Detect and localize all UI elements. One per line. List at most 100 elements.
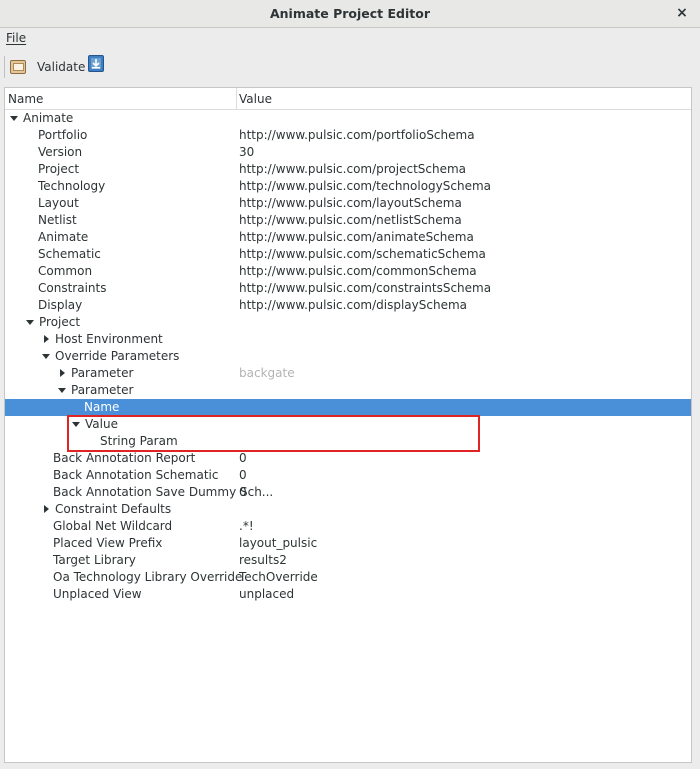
tree-row-value: http://www.pulsic.com/technologySchema xyxy=(239,179,492,193)
tree-row-name: Host Environment xyxy=(55,332,163,346)
expander-closed-icon[interactable] xyxy=(41,331,51,348)
tree-row-name: Animate xyxy=(23,111,74,125)
tree-row[interactable]: Target Library results2 xyxy=(5,552,691,569)
tree-row[interactable]: String Param xyxy=(5,433,691,450)
tree-row[interactable]: Override Parameters xyxy=(5,348,691,365)
tree-row-value: layout_pulsic xyxy=(239,536,318,550)
tree-row-name: Schematic xyxy=(38,247,101,261)
tree-row-value: http://www.pulsic.com/commonSchema xyxy=(239,264,477,278)
tree-row-value: http://www.pulsic.com/displaySchema xyxy=(239,298,467,312)
tree-row-name: Parameter xyxy=(71,366,134,380)
tree-row[interactable]: Back Annotation Schematic 0 xyxy=(5,467,691,484)
tree-row-value: http://www.pulsic.com/animateSchema xyxy=(239,230,474,244)
column-header-name[interactable]: Name xyxy=(8,92,43,106)
tree-row-value: backgate xyxy=(239,366,295,380)
tree-row[interactable]: Display http://www.pulsic.com/displaySche… xyxy=(5,297,691,314)
tree-row[interactable]: Version 30 xyxy=(5,144,691,161)
tree-row-name: String Param xyxy=(100,434,178,448)
tree-row-name: Override Parameters xyxy=(55,349,180,363)
tree-row[interactable]: Layout http://www.pulsic.com/layoutSchema xyxy=(5,195,691,212)
validate-label: Validate xyxy=(37,60,86,74)
tree-row-value: 0 xyxy=(239,485,247,499)
tree-row-name: Constraints xyxy=(38,281,107,295)
tree-row[interactable]: Parameter xyxy=(5,382,691,399)
tree-row-name: Animate xyxy=(38,230,89,244)
column-header-value[interactable]: Value xyxy=(239,92,272,106)
tree-row-name: Display xyxy=(38,298,83,312)
tree-row[interactable]: Project xyxy=(5,314,691,331)
tree-row-value: http://www.pulsic.com/schematicSchema xyxy=(239,247,486,261)
tree-row[interactable]: Portfolio http://www.pulsic.com/portfolio… xyxy=(5,127,691,144)
tree-row-name: Target Library xyxy=(53,553,136,567)
tree-row-name: Name xyxy=(84,400,120,414)
tree-row[interactable]: Unplaced View unplaced xyxy=(5,586,691,603)
tree-row-value: 30 xyxy=(239,145,255,159)
tree-row[interactable]: Schematic http://www.pulsic.com/schematic… xyxy=(5,246,691,263)
tree-row[interactable]: Name xyxy=(5,399,691,416)
tree-row-name: Netlist xyxy=(38,213,77,227)
tree-row-value: unplaced xyxy=(239,587,295,601)
tree-row[interactable]: Host Environment xyxy=(5,331,691,348)
expander-closed-icon[interactable] xyxy=(41,501,51,518)
tree-row-value: results2 xyxy=(239,553,287,567)
tree-row-name: Oa Technology Library Override xyxy=(53,570,243,584)
toolbar: Validate xyxy=(0,50,700,84)
tree-header: Name Value xyxy=(5,88,691,110)
expander-open-icon[interactable] xyxy=(9,110,19,127)
tree-row[interactable]: Value xyxy=(5,416,691,433)
tree-row-value: http://www.pulsic.com/layoutSchema xyxy=(239,196,462,210)
tree-row-name: Back Annotation Schematic xyxy=(53,468,219,482)
tree-row-name: Common xyxy=(38,264,93,278)
tree-row[interactable]: Constraints http://www.pulsic.com/constra… xyxy=(5,280,691,297)
tree-row-value: http://www.pulsic.com/netlistSchema xyxy=(239,213,462,227)
window-title: Animate Project Editor xyxy=(269,6,431,21)
tree-row-value: http://www.pulsic.com/portfolioSchema xyxy=(239,128,475,142)
validate-button[interactable]: Validate xyxy=(10,55,85,79)
tree-row[interactable]: Parameter backgate xyxy=(5,365,691,382)
expander-open-icon[interactable] xyxy=(41,348,51,365)
tree-row-value: 0 xyxy=(239,468,247,482)
tree-row[interactable]: Common http://www.pulsic.com/commonSchema xyxy=(5,263,691,280)
menu-file[interactable]: File xyxy=(6,31,26,45)
tree-row[interactable]: Animate xyxy=(5,110,691,127)
menu-bar: File xyxy=(0,28,700,50)
tree-row-value: 0 xyxy=(239,451,247,465)
expander-open-icon[interactable] xyxy=(57,382,67,399)
tree-row-name: Technology xyxy=(38,179,106,193)
tree-row-value: http://www.pulsic.com/constraintsSchema xyxy=(239,281,492,295)
tree-row[interactable]: Project http://www.pulsic.com/projectSche… xyxy=(5,161,691,178)
tree-row-name: Value xyxy=(85,417,118,431)
tree-row[interactable]: Animate http://www.pulsic.com/animateSche… xyxy=(5,229,691,246)
tree-row[interactable]: Technology http://www.pulsic.com/technolo… xyxy=(5,178,691,195)
expander-open-icon[interactable] xyxy=(25,314,35,331)
tree-row-name: Version xyxy=(38,145,83,159)
tree-row[interactable]: Back Annotation Save Dummy Sch... 0 xyxy=(5,484,691,501)
validate-icon xyxy=(10,60,26,74)
tree-row[interactable]: Placed View Prefix layout_pulsic xyxy=(5,535,691,552)
tree-row-value: .*! xyxy=(239,519,254,533)
tree-row[interactable]: Netlist http://www.pulsic.com/netlistSche… xyxy=(5,212,691,229)
tree-row-name: Layout xyxy=(38,196,79,210)
expander-closed-icon[interactable] xyxy=(57,365,67,382)
column-separator[interactable] xyxy=(236,88,237,109)
tree-row-value: TechOverride xyxy=(239,570,318,584)
expander-open-icon[interactable] xyxy=(71,416,81,433)
tree-row-name: Parameter xyxy=(71,383,134,397)
tree-row[interactable]: Back Annotation Report 0 xyxy=(5,450,691,467)
tree-row[interactable]: Oa Technology Library Override TechOverri… xyxy=(5,569,691,586)
project-tree[interactable]: Name Value Animate Portfolio http://www.pu… xyxy=(4,87,692,763)
tree-row-name: Portfolio xyxy=(38,128,88,142)
download-icon[interactable] xyxy=(88,55,104,72)
tree-row-name: Unplaced View xyxy=(53,587,142,601)
toolbar-separator xyxy=(4,56,5,78)
tree-row[interactable]: Global Net Wildcard .*! xyxy=(5,518,691,535)
tree-row-name: Placed View Prefix xyxy=(53,536,163,550)
close-icon[interactable]: × xyxy=(674,4,690,22)
title-bar: Animate Project Editor × xyxy=(0,0,700,28)
tree-row-name: Project xyxy=(39,315,81,329)
tree-row-value: http://www.pulsic.com/projectSchema xyxy=(239,162,467,176)
tree-row-name: Project xyxy=(38,162,80,176)
tree-row-name: Global Net Wildcard xyxy=(53,519,173,533)
tree-row[interactable]: Constraint Defaults xyxy=(5,501,691,518)
tree-row-name: Constraint Defaults xyxy=(55,502,172,516)
